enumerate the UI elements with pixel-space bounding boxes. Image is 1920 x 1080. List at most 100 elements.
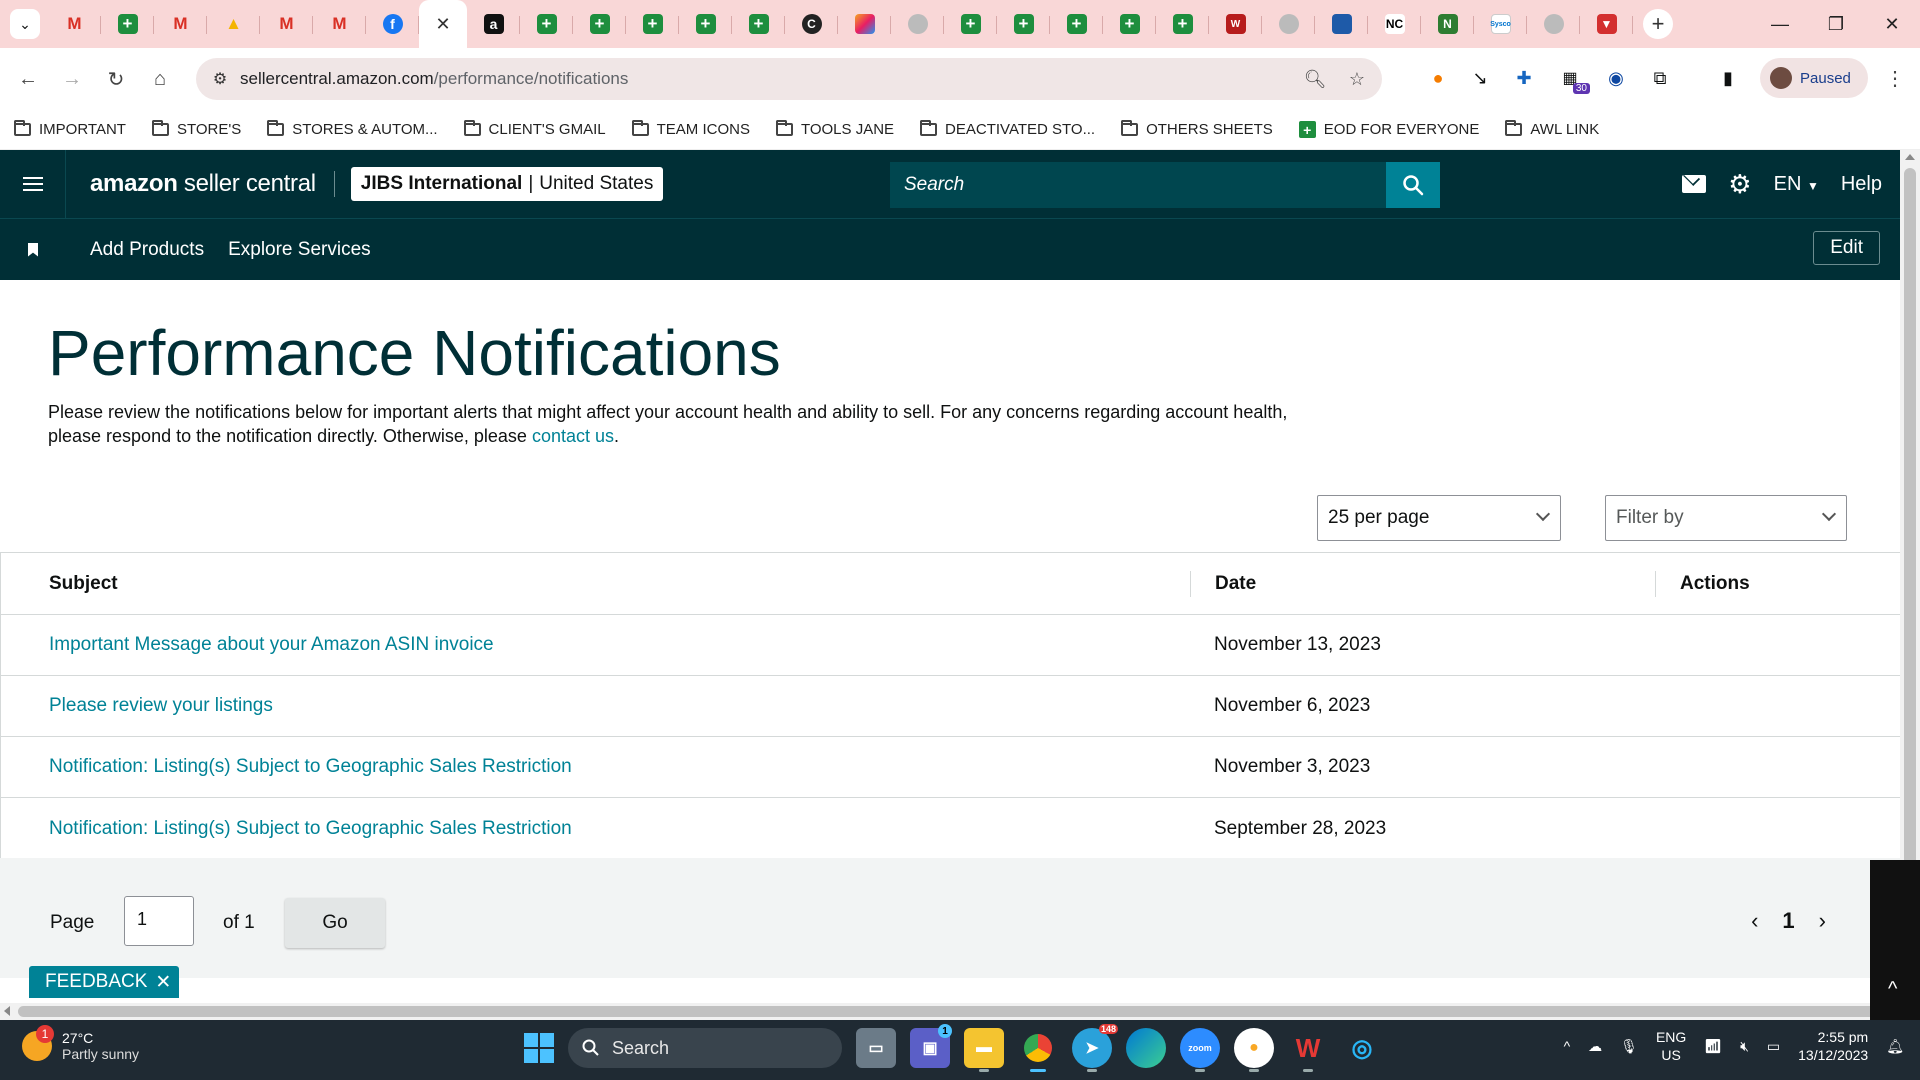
- current-page-number[interactable]: 1: [1782, 908, 1794, 934]
- app-globe-icon[interactable]: ◎: [1342, 1028, 1382, 1068]
- extension-arrow-icon[interactable]: ↘: [1462, 60, 1498, 96]
- volume-muted-icon[interactable]: 🔇︎: [1740, 1038, 1749, 1055]
- zoom-icon[interactable]: zoom: [1180, 1028, 1220, 1072]
- extension-calendar-icon[interactable]: ▦ 30: [1552, 60, 1590, 96]
- browser-tab[interactable]: +: [732, 0, 785, 48]
- onedrive-cloud-icon[interactable]: ☁: [1588, 1038, 1602, 1055]
- browser-tab[interactable]: [1315, 0, 1368, 48]
- zoom-icon[interactable]: 🔍︎: [1300, 64, 1330, 94]
- go-button[interactable]: Go: [285, 898, 385, 948]
- bookmark-item[interactable]: STORE'S: [151, 120, 241, 138]
- input-language[interactable]: ENG US: [1656, 1028, 1686, 1064]
- browser-tab[interactable]: +: [997, 0, 1050, 48]
- browser-tab[interactable]: [1527, 0, 1580, 48]
- chrome-icon[interactable]: [1018, 1028, 1058, 1072]
- next-page-icon[interactable]: ›: [1819, 908, 1826, 934]
- bookmark-item[interactable]: STORES & AUTOM...: [267, 120, 438, 138]
- restore-icon[interactable]: ❐: [1808, 0, 1864, 48]
- edit-button[interactable]: Edit: [1813, 231, 1880, 265]
- teams-icon[interactable]: ▣ 1: [910, 1024, 952, 1068]
- browser-tab[interactable]: [1262, 0, 1315, 48]
- browser-tab[interactable]: Sysco: [1474, 0, 1527, 48]
- address-bar[interactable]: ⚙ sellercentral.amazon.com/performance/n…: [196, 58, 1382, 100]
- page-number-input[interactable]: 1: [124, 896, 194, 946]
- side-panel-icon[interactable]: ▮: [1710, 60, 1746, 96]
- hamburger-menu-icon[interactable]: [0, 150, 66, 218]
- file-explorer-icon[interactable]: ▬: [964, 1028, 1004, 1072]
- browser-tab[interactable]: +: [679, 0, 732, 48]
- browser-tab[interactable]: +: [520, 0, 573, 48]
- feedback-button[interactable]: FEEDBACK ✕: [29, 966, 180, 998]
- reload-icon[interactable]: ↻: [94, 57, 138, 101]
- minimize-icon[interactable]: —: [1752, 0, 1808, 48]
- browser-tab[interactable]: M: [260, 0, 313, 48]
- bookmark-item[interactable]: AWL LINK: [1505, 120, 1599, 138]
- bookmark-item[interactable]: DEACTIVATED STO...: [920, 120, 1095, 138]
- scrollbar-thumb[interactable]: [18, 1006, 1878, 1017]
- system-clock[interactable]: 2:55 pm 13/12/2023: [1798, 1028, 1868, 1064]
- bookmark-item[interactable]: IMPORTANT: [14, 120, 126, 138]
- explore-services-link[interactable]: Explore Services: [228, 239, 371, 261]
- browser-tab[interactable]: f: [366, 0, 419, 48]
- notification-subject-link[interactable]: Notification: Listing(s) Subject to Geog…: [1, 818, 1190, 840]
- weather-widget[interactable]: 1 27°C Partly sunny: [22, 1025, 139, 1062]
- extension-orange-icon[interactable]: ●: [1420, 60, 1456, 96]
- browser-tab[interactable]: M: [154, 0, 207, 48]
- per-page-select[interactable]: 25 per page: [1317, 495, 1561, 541]
- wifi-icon[interactable]: 📶︎: [1704, 1038, 1722, 1055]
- site-info-icon[interactable]: ⚙: [202, 61, 238, 97]
- browser-tab[interactable]: +: [573, 0, 626, 48]
- column-header-date[interactable]: Date: [1190, 570, 1655, 597]
- chevron-up-icon[interactable]: ^: [1564, 1038, 1571, 1054]
- browser-menu-icon[interactable]: ⋮: [1880, 60, 1910, 96]
- browser-tab[interactable]: ▼: [1580, 0, 1633, 48]
- store-switcher[interactable]: JIBS International | United States: [350, 167, 664, 201]
- horizontal-scrollbar[interactable]: [0, 1003, 1900, 1020]
- window-close-icon[interactable]: ✕: [1864, 0, 1920, 48]
- extensions-puzzle-icon[interactable]: ⧉: [1642, 60, 1678, 96]
- mail-icon[interactable]: [1682, 175, 1707, 193]
- browser-tab[interactable]: NC: [1368, 0, 1421, 48]
- bookmark-item[interactable]: + EOD FOR EVERYONE: [1298, 121, 1479, 138]
- browser-tab[interactable]: +: [626, 0, 679, 48]
- extension-grid-icon[interactable]: ◉: [1598, 60, 1634, 96]
- browser-tab[interactable]: +: [1050, 0, 1103, 48]
- close-icon[interactable]: ✕: [435, 14, 450, 35]
- seller-central-logo[interactable]: amazon seller central: [90, 170, 316, 198]
- notification-bell-icon[interactable]: 🔔︎: [1886, 1038, 1904, 1055]
- gear-icon[interactable]: ⚙: [1728, 171, 1751, 197]
- bookmark-icon[interactable]: [0, 242, 66, 257]
- browser-tab[interactable]: [891, 0, 944, 48]
- bookmark-item[interactable]: TEAM ICONS: [631, 120, 750, 138]
- search-input[interactable]: [890, 162, 1386, 208]
- search-button[interactable]: [1386, 162, 1440, 208]
- taskbar-search[interactable]: Search: [568, 1028, 842, 1068]
- bookmark-item[interactable]: OTHERS SHEETS: [1121, 120, 1273, 138]
- bookmark-item[interactable]: TOOLS JANE: [775, 120, 894, 138]
- notification-subject-link[interactable]: Important Message about your Amazon ASIN…: [1, 634, 1190, 656]
- browser-tab[interactable]: C: [785, 0, 838, 48]
- notification-subject-link[interactable]: Notification: Listing(s) Subject to Geog…: [1, 756, 1190, 778]
- task-view-icon[interactable]: ▭: [856, 1028, 896, 1068]
- chat-widget[interactable]: ^: [1870, 860, 1920, 1020]
- browser-tab[interactable]: a: [467, 0, 520, 48]
- url-text[interactable]: sellercentral.amazon.com/performance/not…: [240, 69, 628, 89]
- browser-tab[interactable]: M: [48, 0, 101, 48]
- browser-tab[interactable]: +: [1156, 0, 1209, 48]
- browser-tab[interactable]: +: [1103, 0, 1156, 48]
- contact-us-link[interactable]: contact us: [532, 426, 614, 446]
- telegram-icon[interactable]: ➤ 148: [1072, 1024, 1118, 1072]
- close-icon[interactable]: ✕: [155, 971, 171, 994]
- browser-tab[interactable]: ▲: [207, 0, 260, 48]
- column-header-subject[interactable]: Subject: [1, 573, 1190, 595]
- browser-tab[interactable]: W: [1209, 0, 1262, 48]
- back-icon[interactable]: ←: [6, 57, 50, 101]
- battery-icon[interactable]: ▭: [1767, 1038, 1780, 1055]
- wps-office-icon[interactable]: W: [1288, 1028, 1328, 1072]
- scroll-up-icon[interactable]: [1905, 154, 1915, 160]
- chrome-profile-icon[interactable]: ●: [1234, 1028, 1274, 1072]
- browser-tab[interactable]: +: [101, 0, 154, 48]
- filter-select[interactable]: Filter by: [1605, 495, 1847, 541]
- browser-tab[interactable]: M: [313, 0, 366, 48]
- language-selector[interactable]: EN ▼: [1774, 173, 1819, 196]
